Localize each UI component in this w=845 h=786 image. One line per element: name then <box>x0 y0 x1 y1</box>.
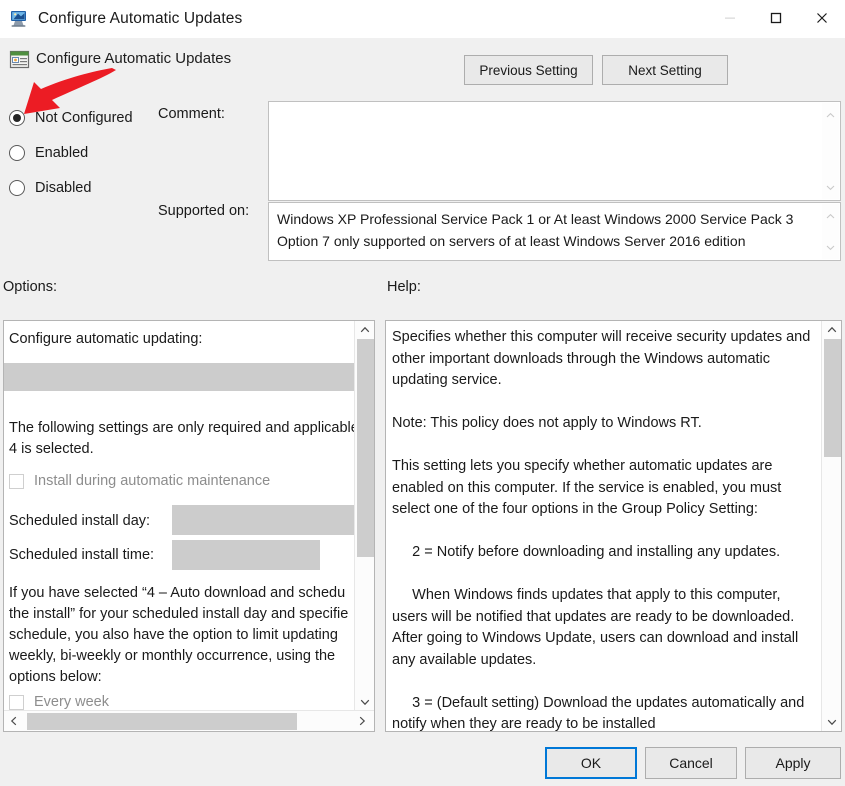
help-viewport: Specifies whether this computer will rec… <box>386 321 820 731</box>
radio-mark-enabled <box>9 145 25 161</box>
options-hscroll-thumb[interactable] <box>27 713 297 730</box>
checkbox-mark-every-week <box>9 695 24 710</box>
options-scroll-right-button[interactable] <box>352 711 372 731</box>
close-button[interactable] <box>799 0 845 38</box>
radio-label-disabled: Disabled <box>35 180 91 196</box>
options-description-paragraph: If you have selected “4 – Auto download … <box>9 583 356 688</box>
options-scroll-left-button[interactable] <box>4 711 24 731</box>
ok-button[interactable]: OK <box>545 747 637 779</box>
help-vertical-scrollbar[interactable] <box>821 321 841 731</box>
maximize-button[interactable] <box>753 0 799 38</box>
radio-mark-not-configured <box>9 110 25 126</box>
install-during-maintenance-label: Install during automatic maintenance <box>34 473 270 489</box>
page-title: Configure Automatic Updates <box>36 50 231 67</box>
title-bar: Configure Automatic Updates <box>0 0 845 38</box>
options-scroll-down-button[interactable] <box>355 693 374 711</box>
maximize-icon <box>769 11 783 28</box>
options-panel: Configure automatic updating: The follow… <box>3 320 375 732</box>
minimize-button[interactable] <box>707 0 753 38</box>
radio-label-enabled: Enabled <box>35 145 88 161</box>
help-panel: Specifies whether this computer will rec… <box>385 320 842 732</box>
supported-on-label: Supported on: <box>158 203 249 219</box>
window-controls <box>707 0 845 38</box>
options-scroll-up-button[interactable] <box>355 321 374 339</box>
scroll-up-icon[interactable] <box>826 207 835 225</box>
comment-label: Comment: <box>158 106 225 122</box>
radio-disabled[interactable]: Disabled <box>9 180 91 196</box>
scroll-down-icon[interactable] <box>826 238 835 256</box>
help-section-label: Help: <box>387 279 421 295</box>
every-week-checkbox[interactable]: Every week <box>9 694 109 710</box>
help-scroll-up-button[interactable] <box>822 321 841 339</box>
scheduled-install-day-combobox[interactable] <box>172 505 356 535</box>
comment-scrollbar[interactable] <box>822 103 839 199</box>
comment-textbox[interactable] <box>268 101 841 201</box>
configure-automatic-updating-combobox[interactable] <box>4 363 356 391</box>
monitor-policy-icon <box>9 10 29 28</box>
options-horizontal-scrollbar[interactable] <box>4 710 374 731</box>
supported-on-scrollbar[interactable] <box>822 204 839 259</box>
supported-on-textbox[interactable]: Windows XP Professional Service Pack 1 o… <box>268 202 841 261</box>
radio-label-not-configured: Not Configured <box>35 110 133 126</box>
window-title: Configure Automatic Updates <box>38 10 242 28</box>
minimize-icon <box>724 12 736 27</box>
configure-automatic-updates-dialog: Configure Automatic Updates <box>0 0 845 786</box>
configure-automatic-updating-label: Configure automatic updating: <box>9 329 356 350</box>
radio-not-configured[interactable]: Not Configured <box>9 110 133 126</box>
options-note-text: The following settings are only required… <box>9 418 356 460</box>
scheduled-install-time-combobox[interactable] <box>172 540 320 570</box>
cancel-button[interactable]: Cancel <box>645 747 737 779</box>
next-setting-button[interactable]: Next Setting <box>602 55 728 85</box>
scheduled-install-day-label: Scheduled install day: <box>9 511 150 532</box>
radio-mark-disabled <box>9 180 25 196</box>
checkbox-mark-install-maintenance <box>9 474 24 489</box>
help-text: Specifies whether this computer will rec… <box>392 327 814 731</box>
close-icon <box>815 11 829 28</box>
policy-setting-icon <box>9 50 31 70</box>
scheduled-install-time-label: Scheduled install time: <box>9 545 154 566</box>
help-scroll-down-button[interactable] <box>822 713 841 731</box>
help-scroll-thumb[interactable] <box>824 339 841 457</box>
supported-on-value: Windows XP Professional Service Pack 1 o… <box>277 208 818 252</box>
apply-button[interactable]: Apply <box>745 747 841 779</box>
scroll-up-icon[interactable] <box>826 106 835 124</box>
previous-setting-button[interactable]: Previous Setting <box>464 55 593 85</box>
install-during-maintenance-checkbox[interactable]: Install during automatic maintenance <box>9 473 270 489</box>
scroll-down-icon[interactable] <box>826 178 835 196</box>
options-section-label: Options: <box>3 279 57 295</box>
every-week-label: Every week <box>34 694 109 710</box>
options-vertical-scrollbar[interactable] <box>354 321 374 711</box>
options-scroll-thumb[interactable] <box>357 339 374 557</box>
options-viewport: Configure automatic updating: The follow… <box>4 321 356 711</box>
radio-enabled[interactable]: Enabled <box>9 145 88 161</box>
